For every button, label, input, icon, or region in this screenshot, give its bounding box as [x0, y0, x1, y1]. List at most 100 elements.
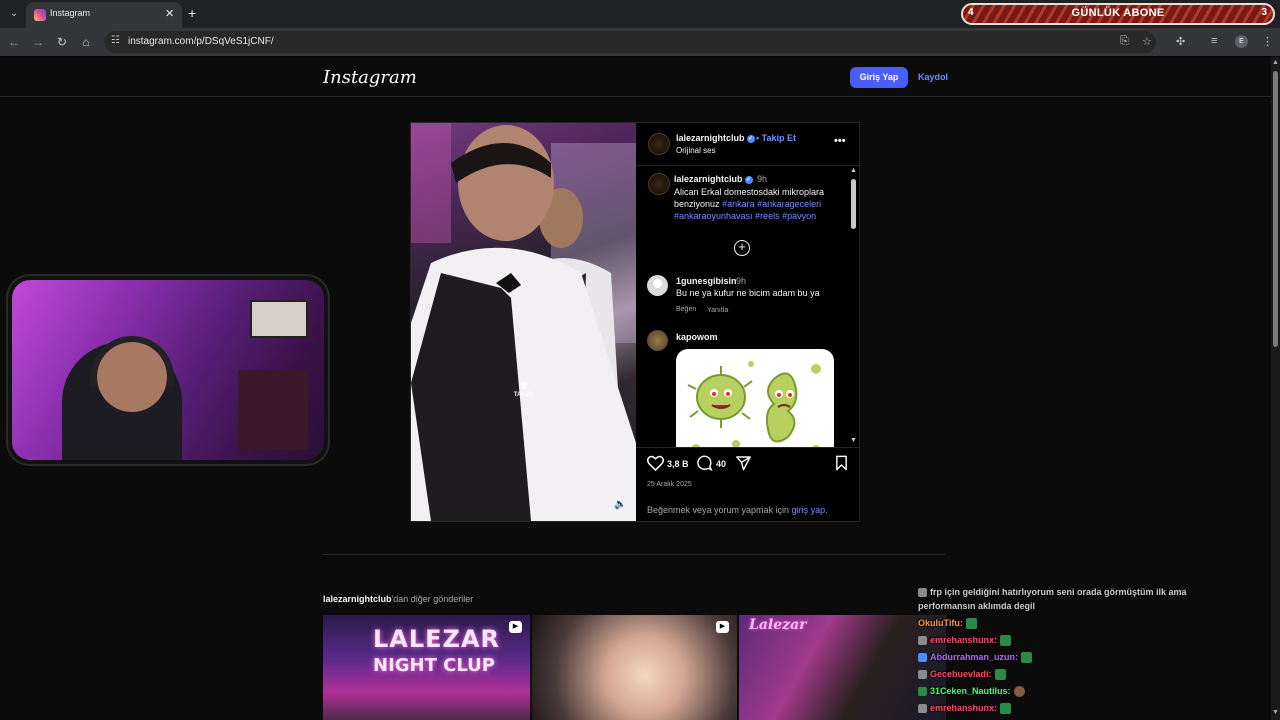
post-sidebar: lalezarnightclub ✓ • Takip Et Orijinal se… [636, 123, 859, 521]
tab-title: Instagram [50, 8, 91, 18]
verified-badge-icon: ✓ [744, 175, 753, 184]
scroll-up-arrow-icon[interactable]: ▲ [1272, 59, 1279, 66]
watermark-text: TANER [513, 392, 535, 398]
login-prompt-link[interactable]: giriş yap [792, 505, 826, 515]
comment-like-link[interactable]: Beğen [676, 306, 696, 313]
forward-arrow-icon[interactable]: → [30, 34, 46, 50]
save-bookmark-icon[interactable] [834, 455, 849, 471]
chat-emote-icon [1000, 635, 1012, 647]
comment-time: 9h [736, 276, 747, 286]
install-app-icon[interactable]: ⎘ [1120, 35, 1129, 48]
reload-icon[interactable]: ↻ [54, 34, 70, 50]
more-posts-user[interactable]: lalezarnightclub [323, 594, 392, 604]
chat-emote-icon [965, 618, 977, 630]
page-scrollbar[interactable]: ▲ ▼ [1271, 57, 1280, 720]
chat-emote-icon [1000, 703, 1012, 715]
address-bar[interactable]: ☷ instagram.com/p/DSqVeS1jCNF/ ⎘ ☆ [104, 31, 1156, 53]
author-username[interactable]: lalezarnightclub ✓ [676, 133, 755, 143]
post-card: ♛ TANER 🔈 lalezarnightclub ✓ • Takip Et O… [410, 122, 860, 522]
post-video[interactable]: ♛ TANER 🔈 [411, 123, 636, 521]
comments-scroll-down-icon[interactable]: ▼ [850, 437, 857, 444]
reel-icon: ▶ [716, 621, 729, 633]
caption-avatar[interactable] [648, 173, 670, 195]
share-paper-plane-icon[interactable] [735, 455, 752, 471]
follow-link[interactable]: • Takip Et [756, 133, 796, 143]
comments-section[interactable]: lalezarnightclub ✓ 9h Alican Erkal domest… [636, 167, 859, 447]
audio-mute-icon[interactable]: 🔈 [614, 499, 626, 510]
original-audio-label[interactable]: Orijinal ses [676, 146, 716, 155]
scroll-down-arrow-icon[interactable]: ▼ [1272, 709, 1279, 716]
comment-germs-sticker [676, 349, 834, 447]
webcam-shelf [238, 370, 308, 450]
browser-tab[interactable]: Instagram ✕ [26, 2, 182, 28]
instagram-header: Instagram Giriş Yap Kaydol [0, 57, 1280, 97]
chat-badge-icon [918, 636, 927, 646]
comment-username[interactable]: kapowom [676, 332, 718, 342]
chat-badge-icon [918, 704, 927, 714]
stream-chat: frp için geldiğini hatırlıyorum seni ora… [918, 585, 1268, 720]
comment-avatar[interactable] [647, 275, 668, 296]
url-text[interactable]: instagram.com/p/DSqVeS1jCNF/ [128, 36, 274, 47]
more-posts-title: lalezarnightclub'dan diğer gönderiler [323, 594, 474, 604]
comment-bubble-icon[interactable] [696, 455, 713, 471]
comments-scrollbar-thumb[interactable] [851, 179, 856, 229]
tab-close-icon[interactable]: ✕ [165, 7, 174, 20]
chat-message: Gecebuevladi: [918, 669, 1006, 681]
media-control-icon[interactable]: ≡ [1211, 35, 1217, 47]
chat-emote-icon [1021, 652, 1033, 664]
chat-message: emrehanshunx: [918, 635, 1012, 647]
post-header: lalezarnightclub ✓ • Takip Et Orijinal se… [636, 123, 859, 166]
comments-scroll-up-icon[interactable]: ▲ [850, 167, 857, 174]
page-scrollbar-thumb[interactable] [1273, 71, 1278, 347]
caption-text: Alican Erkal domestosdaki mikroplara ben… [674, 186, 846, 222]
home-icon[interactable]: ⌂ [78, 34, 94, 50]
new-tab-plus-icon[interactable]: + [188, 5, 196, 21]
thumbnail-logo-text: Lalezar [749, 617, 807, 633]
comments-scrollbar[interactable]: ▲ ▼ [849, 167, 858, 447]
watermark-hat-icon: ♛ [519, 381, 529, 392]
browser-tab-bar: ⌄ Instagram ✕ + 4 GÜNLÜK ABONE 3 [0, 0, 1280, 28]
germs-illustration [687, 361, 821, 447]
chat-heart-badge-icon [918, 653, 927, 663]
signup-link[interactable]: Kaydol [918, 72, 948, 82]
more-options-icon[interactable]: ••• [834, 135, 846, 147]
comment-text: Bu ne ya kufur ne bicim adam bu ya [676, 288, 820, 298]
instagram-favicon-icon [34, 9, 46, 21]
chat-message: frp için geldiğini hatırlıyorum seni ora… [918, 587, 1187, 598]
chat-badge-icon [918, 588, 927, 598]
extensions-puzzle-icon[interactable]: ✣ [1176, 35, 1185, 48]
tab-search-chevron-icon[interactable]: ⌄ [6, 6, 22, 22]
chat-emote-icon [994, 669, 1006, 681]
back-arrow-icon[interactable]: ← [6, 34, 22, 50]
chat-message: OkuluTifu: [918, 618, 977, 630]
chat-message: 31Ceken_Nautilus: [918, 686, 1025, 698]
profile-avatar[interactable]: E [1235, 35, 1248, 48]
comment-avatar[interactable] [647, 330, 668, 351]
comment-username[interactable]: 1gunesgibisin [676, 276, 737, 286]
more-post-thumbnail[interactable]: Lalezar [739, 615, 946, 720]
post-date: 25 Aralık 2025 [647, 481, 692, 488]
thumbnail-neon-text: NIGHT CLUP [373, 655, 495, 676]
chat-message: emrehanshunx: [918, 703, 1012, 715]
instagram-logo[interactable]: Instagram [323, 67, 417, 88]
login-prompt: Beğenmek veya yorum yapmak için giriş ya… [647, 505, 828, 515]
video-watermark: ♛ TANER [511, 381, 537, 398]
bookmark-star-icon[interactable]: ☆ [1142, 35, 1152, 48]
likes-count[interactable]: 3,8 B [667, 459, 689, 469]
chat-badge-icon [918, 687, 927, 697]
more-post-thumbnail[interactable]: ▶ [532, 615, 737, 720]
comments-count[interactable]: 40 [716, 459, 726, 469]
heart-like-icon[interactable] [647, 455, 664, 471]
caption-username[interactable]: lalezarnightclub ✓ [674, 174, 753, 184]
login-button[interactable]: Giriş Yap [850, 67, 908, 88]
daily-subscriber-banner: 4 GÜNLÜK ABONE 3 [961, 3, 1275, 25]
more-post-thumbnail[interactable]: LALEZAR NIGHT CLUP ▶ [323, 615, 530, 720]
caption-time: 9h [757, 174, 768, 184]
browser-menu-icon[interactable]: ⋮ [1262, 35, 1273, 48]
site-info-icon[interactable]: ☷ [111, 35, 120, 46]
reel-icon: ▶ [509, 621, 522, 633]
load-more-comments-icon[interactable]: + [734, 240, 750, 256]
author-avatar[interactable] [648, 133, 670, 155]
abone-title: GÜNLÜK ABONE [1071, 7, 1165, 19]
comment-reply-link[interactable]: Yanıtla [707, 307, 728, 314]
